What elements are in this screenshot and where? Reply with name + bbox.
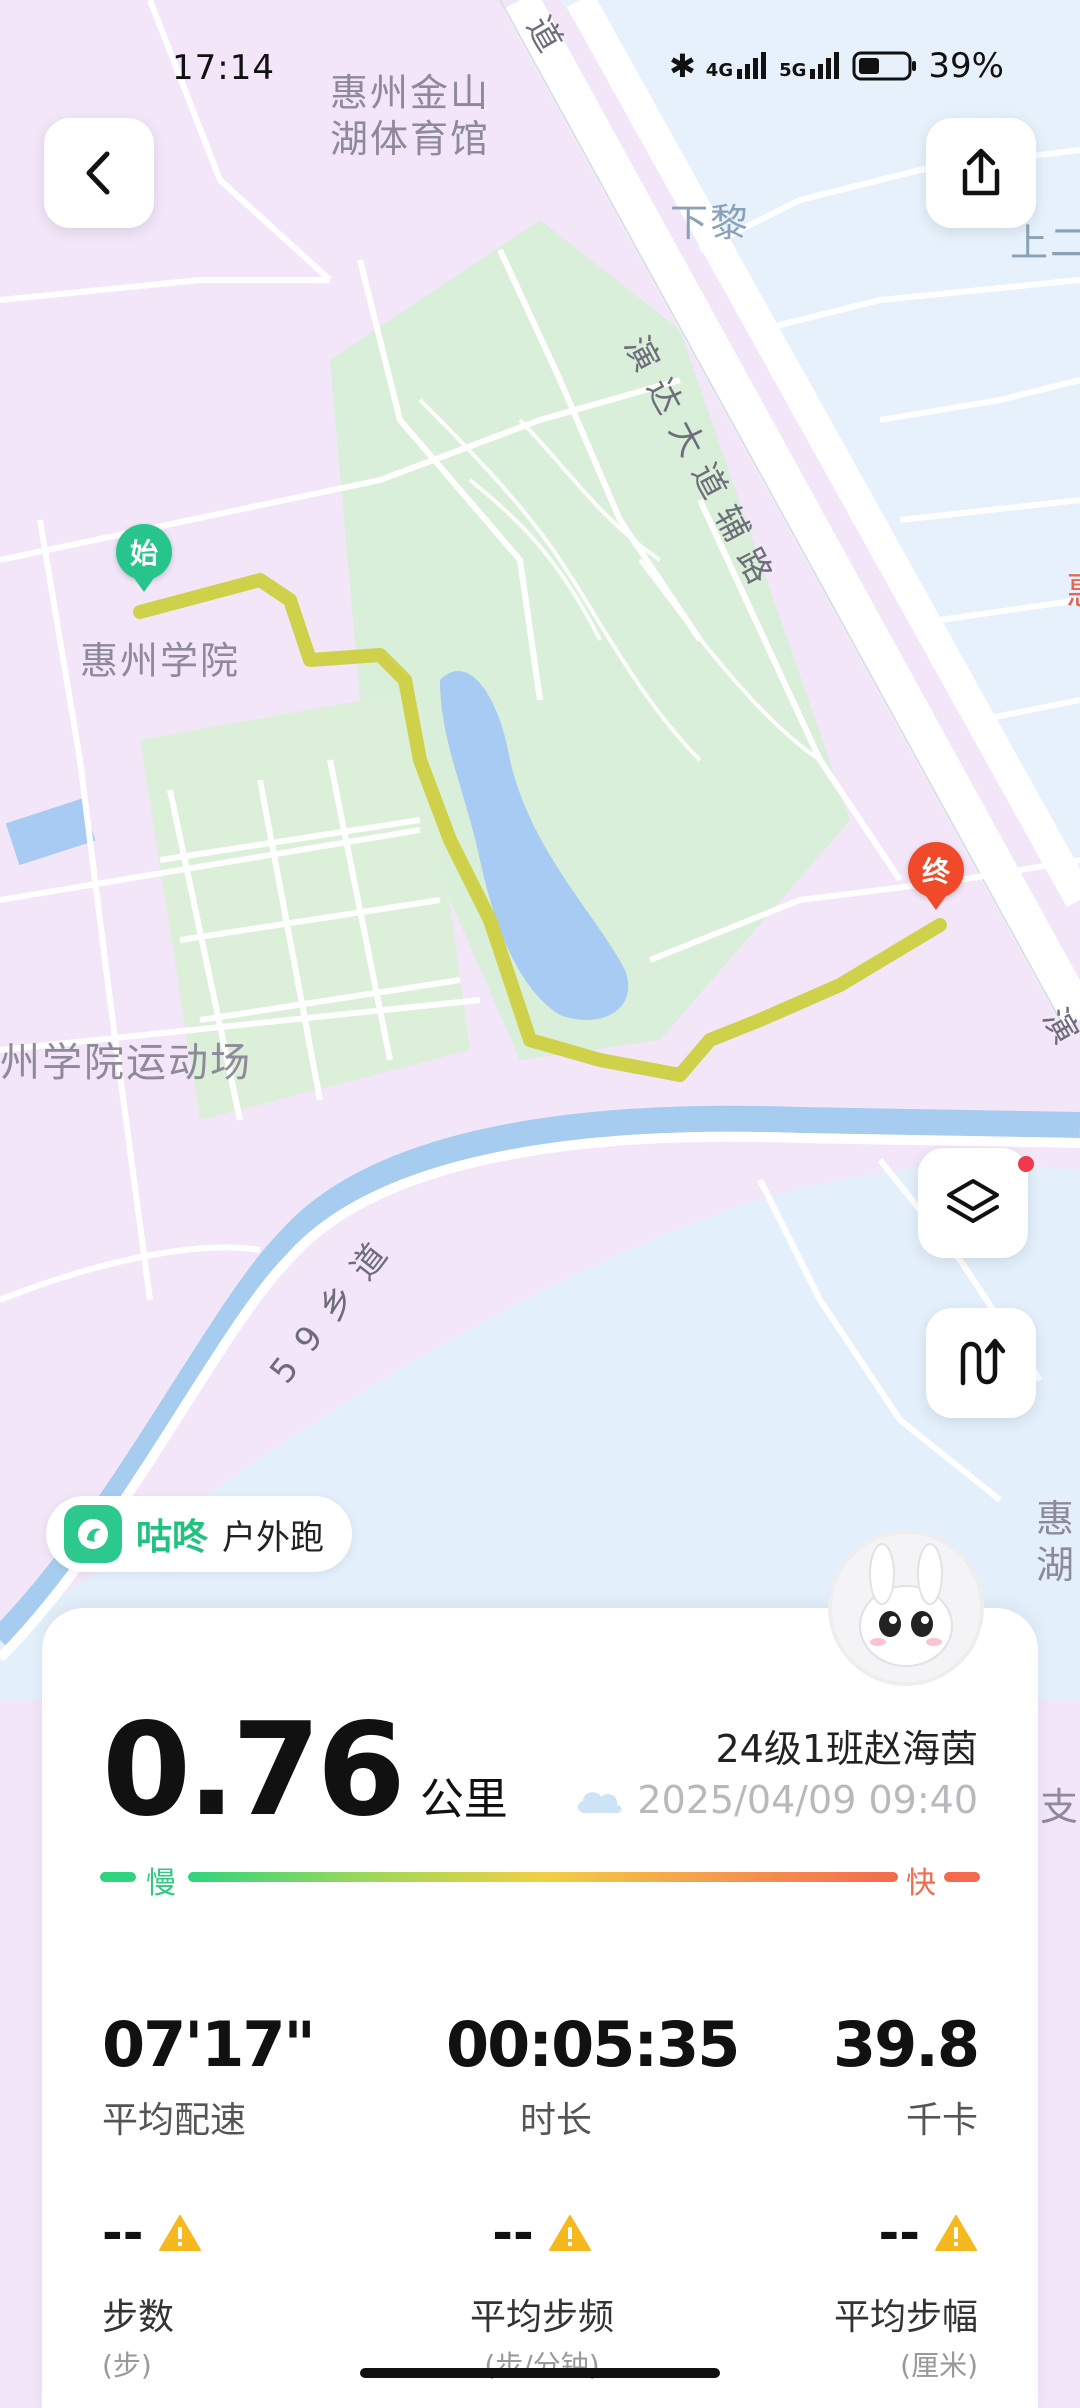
home-indicator[interactable] [360,2368,720,2378]
stat-label: 平均配速 [102,2100,247,2141]
pace-gradient [188,1872,898,1882]
user-name: 24级1班赵海茵 [715,1727,978,1771]
stat-value: -- [878,2204,920,2262]
stat-label: 千卡 [905,2100,978,2141]
map-label-right-1: 惠 [1066,560,1080,615]
datetime-text: 2025/04/09 09:40 [637,1778,978,1822]
signal-4g-icon: 4G [706,51,769,81]
cloud-icon [578,1792,622,1813]
layers-icon [947,1179,999,1223]
brand-name: 咕咚 [136,1517,209,1558]
pace-legend: 慢 快 [100,1858,980,1901]
distance: 0.76 公里 [102,1696,508,1845]
pace-legend-end [944,1872,980,1882]
map-label-xiali: 下黎 [670,201,751,245]
stat-value: 39.8 [833,2008,980,2081]
stat-value: -- [492,2204,534,2262]
distance-value: 0.76 [102,1696,406,1845]
bluetooth-icon: ✱ [668,47,696,85]
battery-icon [852,51,917,81]
warning-icon [548,2215,591,2251]
stat-avg-pace: 07'17" 平均配速 [102,2008,316,2143]
summary-card: 0.76 公里 24级1班赵海茵 2025/04/09 09:40 慢 快 07… [42,1608,1038,2408]
stat-unit: (步/分钟) [484,2349,600,2382]
stat-cadence[interactable]: -- 平均步频 (步/分钟) [470,2204,614,2384]
mascot-icon [832,1534,980,1682]
battery-level: 39% [928,46,1004,86]
stat-stride[interactable]: -- 平均步幅 (厘米) [834,2204,978,2384]
notification-dot [1018,1156,1034,1172]
map-label-right-2: 惠湖 [1036,1497,1077,1587]
start-marker[interactable]: 始 [116,524,172,580]
pace-slow-label: 慢 [146,1866,176,1901]
chevron-left-icon [86,151,110,195]
codoon-logo-icon [64,1505,122,1563]
distance-unit: 公里 [419,1774,508,1825]
map-label-college: 惠州学院 [80,639,241,683]
back-button[interactable] [44,118,154,228]
map-layers-button[interactable] [918,1148,1028,1258]
map-label-right-3: 支纟 [1040,1785,1080,1829]
stat-label: 步数 [102,2297,175,2338]
mascot-avatar[interactable] [828,1530,984,1686]
pace-fast-label: 快 [906,1866,936,1901]
stat-duration: 00:05:35 时长 [446,2008,740,2143]
brand-chip: 咕咚 户外跑 [46,1496,353,1572]
stat-unit: (步) [102,2349,152,2382]
share-icon [962,148,1000,196]
route-replay-button[interactable] [926,1308,1036,1418]
map-label-sports-field: 州学院运动场 [0,1040,252,1086]
warning-icon [935,2215,977,2251]
pace-legend-start [100,1872,136,1882]
stat-label: 平均步频 [470,2297,615,2338]
stat-steps[interactable]: -- 步数 (步) [102,2204,202,2384]
stat-value: -- [102,2204,144,2262]
status-time: 17:14 [172,48,275,88]
status-bar: 17:14 ✱ 4G 5G 39% [0,0,1080,140]
stat-value: 00:05:35 [446,2008,740,2081]
route-icon [960,1338,1006,1386]
warning-icon [158,2215,201,2251]
activity-datetime: 2025/04/09 09:40 [573,1778,978,1822]
status-icons: ✱ 4G 5G 39% [669,46,1004,86]
stat-label: 平均步幅 [833,2297,978,2338]
stat-label: 时长 [519,2100,592,2141]
signal-5g-icon: 5G [779,51,842,81]
stat-unit: (厘米) [900,2349,978,2382]
stat-calories: 39.8 千卡 [833,2008,980,2143]
activity-mode: 户外跑 [222,1517,325,1558]
stat-value: 07'17" [102,2008,316,2081]
share-button[interactable] [926,118,1036,228]
end-marker[interactable]: 终 [908,842,964,898]
